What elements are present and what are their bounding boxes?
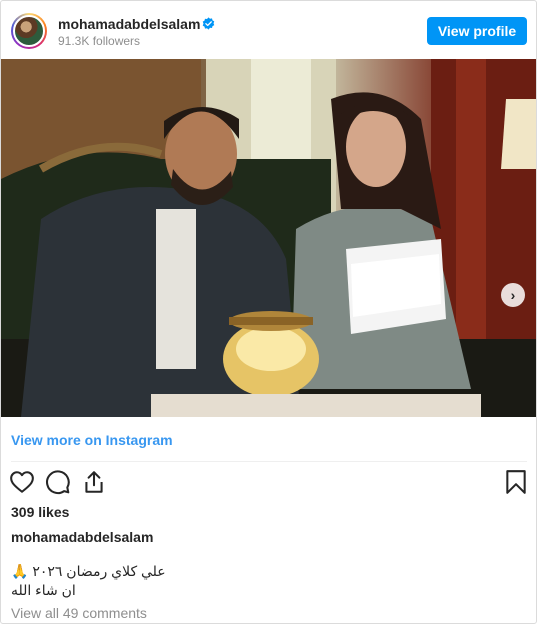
instagram-embed: mohamadabdelsalam 91.3K followers View p… xyxy=(0,0,537,624)
divider xyxy=(11,461,527,462)
bookmark-icon[interactable] xyxy=(503,469,529,495)
username[interactable]: mohamadabdelsalam xyxy=(58,16,200,32)
view-more-link[interactable]: View more on Instagram xyxy=(11,432,173,448)
caption-text: 🙏 علي كلاي رمضان ٢٠٢٦ xyxy=(11,563,166,579)
next-slide-button[interactable]: › xyxy=(501,283,525,307)
caption-username[interactable]: mohamadabdelsalam xyxy=(11,529,153,545)
verified-badge-icon xyxy=(202,17,215,30)
caption-text: ان شاء الله xyxy=(11,582,76,598)
view-profile-button[interactable]: View profile xyxy=(427,17,527,45)
post-header: mohamadabdelsalam 91.3K followers View p… xyxy=(1,1,536,59)
avatar[interactable] xyxy=(11,13,47,49)
comment-icon[interactable] xyxy=(45,469,71,495)
avatar-image xyxy=(13,15,45,47)
like-count[interactable]: 309 likes xyxy=(11,504,69,520)
heart-icon[interactable] xyxy=(9,469,35,495)
share-icon[interactable] xyxy=(81,469,107,495)
photo-scene xyxy=(1,59,536,417)
post-photo[interactable]: › xyxy=(1,59,536,417)
view-comments-link[interactable]: View all 49 comments xyxy=(11,605,147,621)
follower-count: 91.3K followers xyxy=(58,34,141,48)
